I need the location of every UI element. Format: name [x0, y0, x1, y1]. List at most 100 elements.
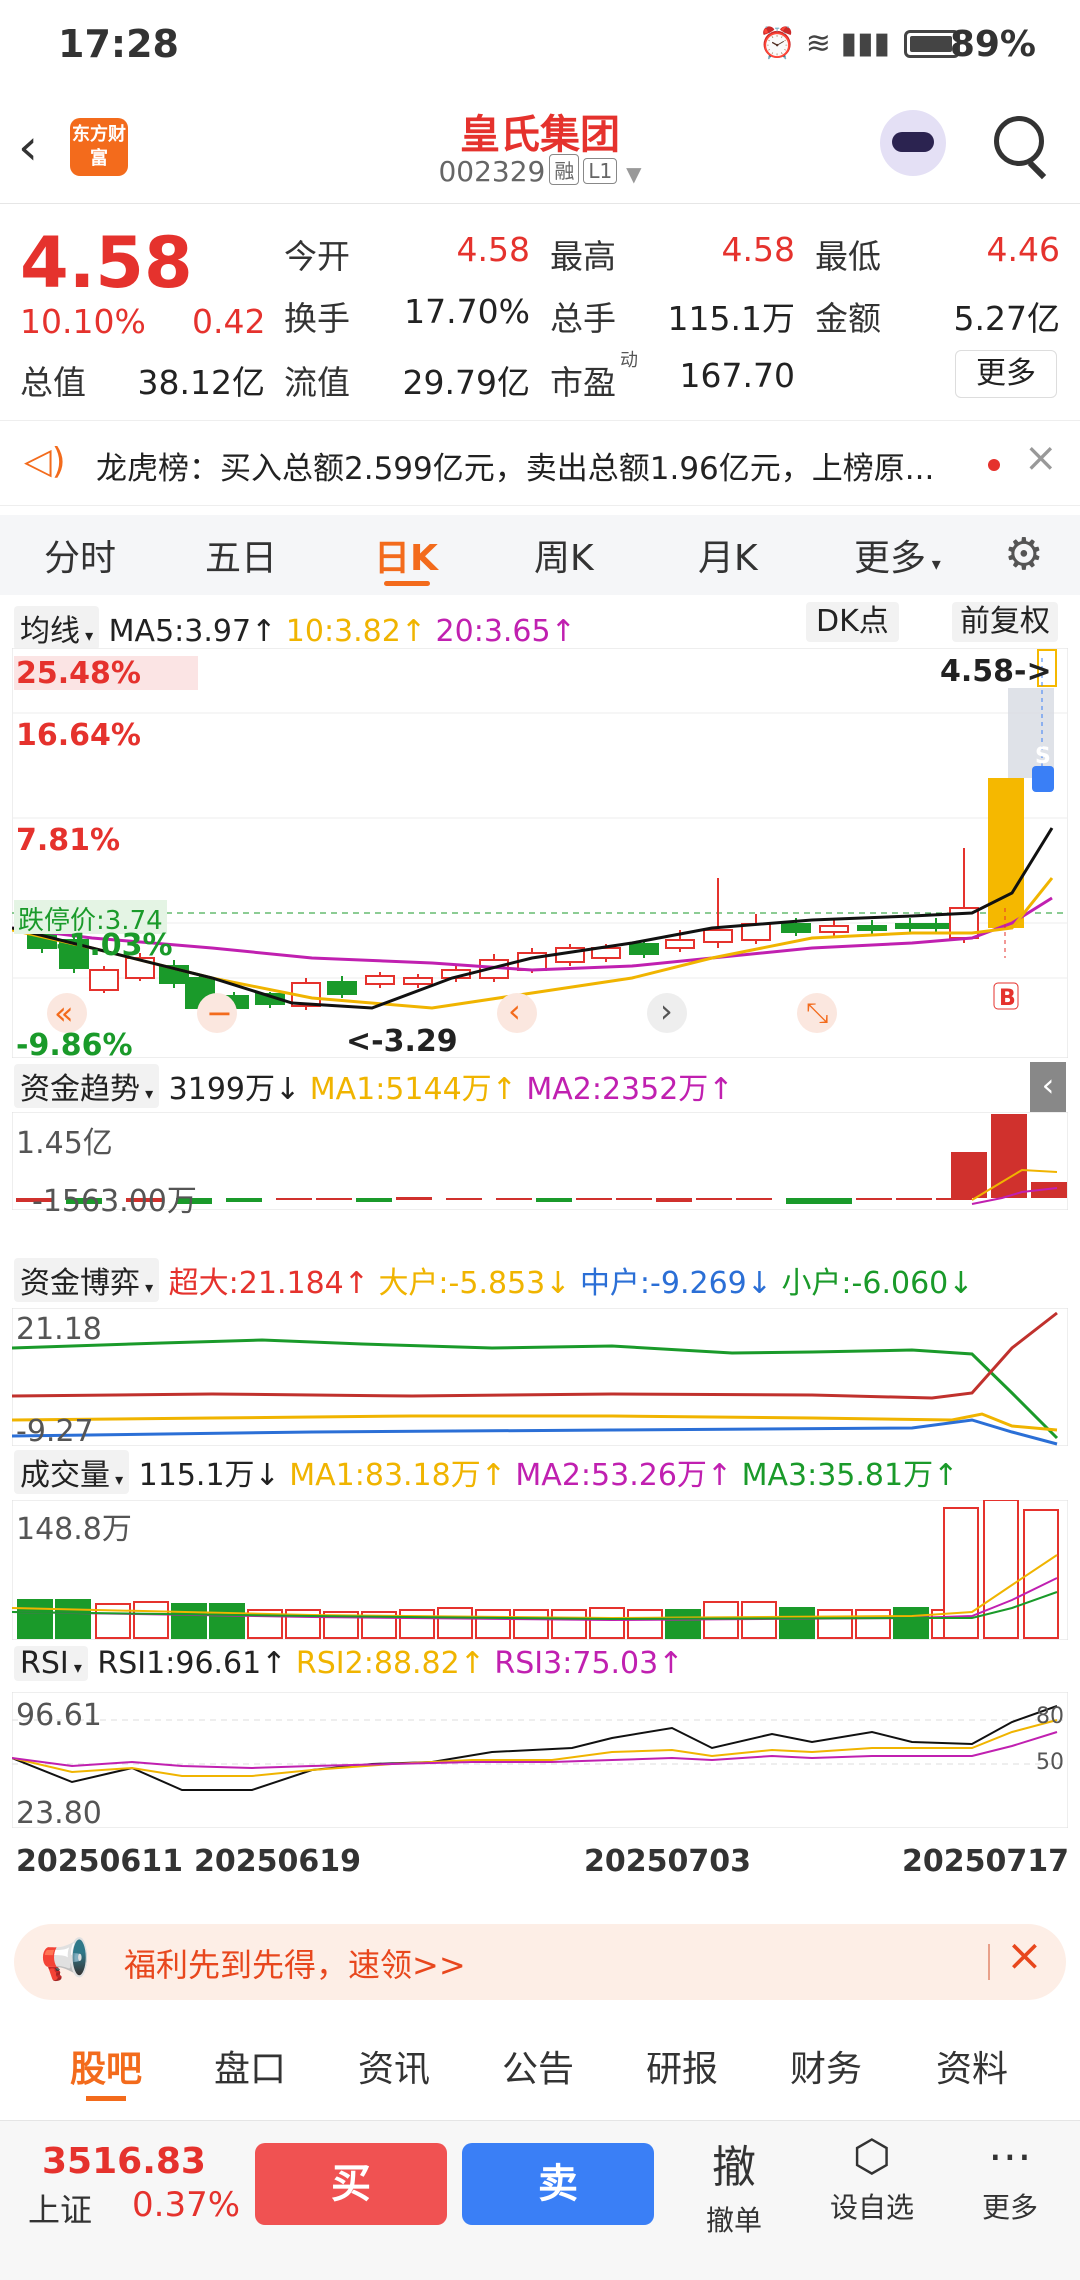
hexagon-icon: ⬡ [852, 2131, 892, 2182]
adjust-button[interactable]: 前复权 [952, 602, 1058, 642]
close-icon[interactable]: × [1006, 1930, 1043, 1981]
candle-body [857, 925, 887, 931]
index-change: 0.37% [132, 2185, 241, 2225]
ma5-value: MA5:3.97↑ [108, 614, 277, 649]
last-price-label: 4.58-> [940, 654, 1052, 689]
fullscreen-icon[interactable]: ⤡ [806, 996, 828, 1030]
rsi3-value: RSI3:75.03↑ [494, 1646, 684, 1681]
robot-avatar-icon[interactable] [880, 110, 946, 176]
kline-ylabel-2: 16.64% [16, 718, 141, 753]
battery-percent: 89% [949, 24, 1036, 65]
capital-trend-top: 1.45亿 [16, 1126, 113, 1161]
notice-text: 龙虎榜：买入总额2.599亿元，卖出总额1.96亿元，上榜原... [96, 451, 935, 487]
status-icons: ⏰ ≋ ▮▮▮ [758, 26, 890, 61]
volume-bar [171, 1603, 207, 1639]
high-value: 4.58 [721, 230, 795, 269]
margin-tag: 融 [549, 154, 580, 185]
candle-body [327, 981, 357, 995]
open-value: 4.58 [456, 230, 530, 269]
tab-daily-k[interactable]: 日K [374, 529, 438, 581]
sell-button[interactable]: 卖 [462, 2143, 654, 2225]
buy-button[interactable]: 买 [255, 2143, 447, 2225]
tab-order-book[interactable]: 盘口 [214, 2040, 286, 2092]
tab-monthly-k[interactable]: 月K [698, 529, 758, 581]
capital-trend-legend: 资金趋势 ▾ 3199万↓ MA1:5144万↑ MA2:2352万↑ [14, 1064, 733, 1108]
ma-dropdown[interactable]: 均线 ▾ [14, 606, 100, 650]
promo-banner[interactable]: 📢 福利先到先得，速领>> × [14, 1924, 1066, 2000]
more-button[interactable]: ⋯ 更多 [960, 2131, 1060, 2226]
more-quote-button[interactable]: 更多 [955, 350, 1057, 398]
capital-game-mid: 中户:-9.269↓ [579, 1266, 772, 1301]
add-watchlist-label: 设自选 [829, 2191, 914, 2224]
next-icon[interactable]: › [660, 992, 673, 1030]
chevron-down-icon: ▾ [140, 1278, 154, 1297]
tab-minute[interactable]: 分时 [44, 529, 116, 581]
candle-body [365, 975, 395, 985]
dragon-tiger-notice[interactable]: ◁) 龙虎榜：买入总额2.599亿元，卖出总额1.96亿元，上榜原... × [0, 420, 1080, 506]
capital-trend-value: 3199万↓ [168, 1072, 301, 1107]
low-price-label: <-3.29 [346, 1024, 458, 1059]
volume-bar [665, 1609, 701, 1639]
tab-five-day[interactable]: 五日 [205, 529, 277, 581]
volume-top: 148.8万 [16, 1512, 132, 1547]
volume-dropdown[interactable]: 成交量 ▾ [14, 1450, 130, 1494]
date-label-1: 20250611 [16, 1844, 183, 1879]
close-icon[interactable]: × [1024, 435, 1058, 481]
dk-point-button[interactable]: DK点 [806, 602, 899, 642]
collapse-panel-icon[interactable]: ‹ [1030, 1062, 1066, 1112]
settings-gear-icon[interactable]: ⚙ [1004, 529, 1043, 580]
chevron-down-icon: ▼ [626, 162, 642, 186]
date-label-4: 20250717 [902, 1844, 1069, 1879]
capital-trend-bar [316, 1198, 352, 1200]
capital-game-label: 资金博弈 [20, 1266, 140, 1301]
rsi-ref-80: 80 [1036, 1704, 1064, 1729]
ma-legend: 均线 ▾ MA5:3.97↑ 10:3.82↑ 20:3.65↑ [14, 606, 576, 650]
tab-guba[interactable]: 股吧 [70, 2040, 142, 2092]
more-label: 更多 [981, 2191, 1038, 2224]
add-watchlist-button[interactable]: ⬡ 设自选 [822, 2131, 922, 2226]
capital-trend-bar [936, 1198, 972, 1200]
capital-game-dropdown[interactable]: 资金博弈 ▾ [14, 1258, 160, 1302]
period-tabs: 分时 五日 日K 周K 月K 更多 ▾ ⚙ [0, 515, 1080, 595]
scroll-left-double-icon[interactable]: « [54, 994, 74, 1032]
tab-more[interactable]: 更多 ▾ [854, 529, 941, 581]
search-icon[interactable] [994, 116, 1044, 166]
capital-game-chart [12, 1308, 1068, 1446]
candle-body [665, 939, 695, 949]
capital-trend-bar [356, 1198, 392, 1202]
capital-trend-bar [951, 1152, 987, 1198]
tab-news[interactable]: 资讯 [358, 2040, 430, 2092]
tab-research[interactable]: 研报 [646, 2040, 718, 2092]
capital-trend-bar [816, 1198, 852, 1204]
zoom-out-icon[interactable]: − [206, 994, 233, 1032]
withdraw-icon: 撤 [712, 2142, 756, 2193]
tab-profile[interactable]: 资料 [936, 2040, 1008, 2092]
chart-area: 均线 ▾ MA5:3.97↑ 10:3.82↑ 20:3.65↑ DK点 前复权… [0, 598, 1080, 1908]
volume-bar [589, 1607, 625, 1639]
market-cap-label: 总值 [20, 363, 86, 402]
candle-body [403, 977, 433, 985]
withdraw-button[interactable]: 撤 撤单 [684, 2131, 784, 2239]
kline-chart[interactable] [12, 648, 1068, 1058]
rsi-dropdown[interactable]: RSI ▾ [14, 1646, 88, 1681]
status-time: 17:28 [58, 22, 179, 66]
capital-trend-dropdown[interactable]: 资金趋势 ▾ [14, 1064, 160, 1108]
tab-announcements[interactable]: 公告 [502, 2040, 574, 2092]
low-value: 4.46 [986, 230, 1060, 269]
tab-financials[interactable]: 财务 [790, 2040, 862, 2092]
capital-game-top: 21.18 [16, 1312, 102, 1347]
tab-weekly-k[interactable]: 周K [534, 529, 594, 581]
prev-icon[interactable]: ‹ [508, 992, 521, 1030]
float-cap-label: 流值 [284, 363, 350, 402]
high-label: 最高 [550, 237, 616, 276]
index-ticker[interactable]: 3516.83 上证 0.37% [22, 2141, 242, 2231]
stock-header: ‹ 东方财富 皇氏集团 002329 融 L1 ▼ [0, 92, 1080, 204]
float-cap-value: 29.79亿 [402, 363, 530, 402]
capital-game-legend: 资金博弈 ▾ 超大:21.184↑ 大户:-5.853↓ 中户:-9.269↓ … [14, 1258, 973, 1302]
ma20-value: 20:3.65↑ [435, 614, 576, 649]
kline-ylabel-1: 25.48% [16, 656, 141, 691]
dk-point-label: DK点 [816, 604, 889, 639]
capital-trend-bar [396, 1197, 432, 1200]
candle-body [781, 923, 811, 933]
low-label: 最低 [815, 237, 881, 276]
